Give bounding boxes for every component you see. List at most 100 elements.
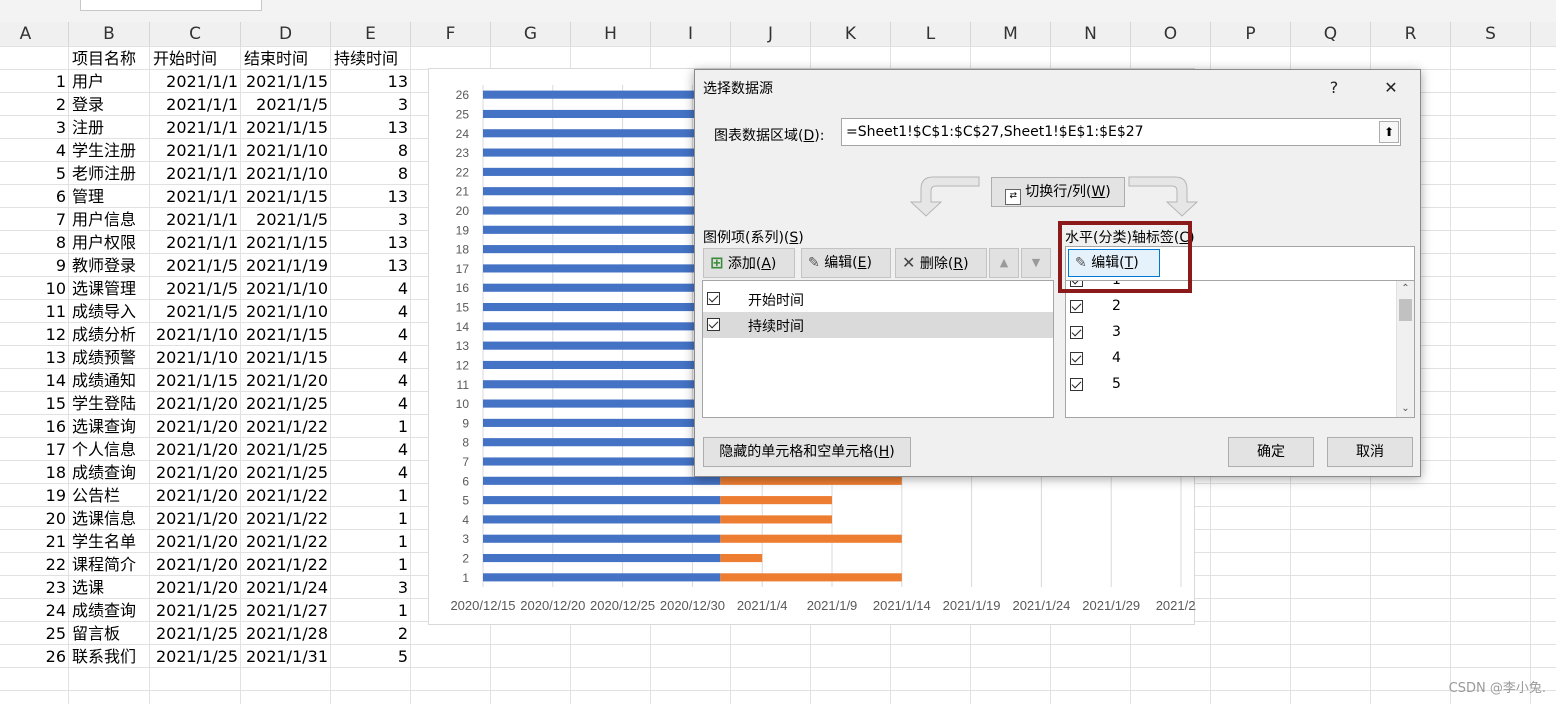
cell-start[interactable]: 2021/1/1 <box>150 70 241 93</box>
add-series-button[interactable]: ⊞ 添加(A) <box>703 248 795 278</box>
cell-index[interactable]: 18 <box>0 461 69 484</box>
cell-end[interactable]: 2021/1/31 <box>241 645 331 668</box>
cell-name[interactable]: 成绩预警 <box>69 346 150 369</box>
cell-name[interactable]: 选课信息 <box>69 507 150 530</box>
cell-end[interactable]: 2021/1/15 <box>241 185 331 208</box>
cell-name[interactable]: 老师注册 <box>69 162 150 185</box>
help-icon[interactable]: ? <box>1319 74 1349 102</box>
series-item-duration[interactable]: 持续时间 <box>703 312 1053 338</box>
cell-name[interactable]: 教师登录 <box>69 254 150 277</box>
cell-index[interactable]: 25 <box>0 622 69 645</box>
cell-end[interactable]: 2021/1/28 <box>241 622 331 645</box>
column-header-f[interactable]: F <box>411 22 491 46</box>
cell-name[interactable]: 用户 <box>69 70 150 93</box>
cell-start[interactable]: 2021/1/1 <box>150 208 241 231</box>
cell-end[interactable]: 2021/1/10 <box>241 300 331 323</box>
cell-duration[interactable]: 3 <box>331 208 411 231</box>
cell-end[interactable]: 2021/1/22 <box>241 415 331 438</box>
column-header-j[interactable]: J <box>731 22 811 46</box>
cell-end[interactable]: 2021/1/22 <box>241 553 331 576</box>
cell-index[interactable]: 8 <box>0 231 69 254</box>
cell-name[interactable]: 学生登陆 <box>69 392 150 415</box>
cell-start[interactable]: 2021/1/20 <box>150 415 241 438</box>
scroll-up-icon[interactable]: ⌃ <box>1397 281 1414 297</box>
cell-duration[interactable]: 1 <box>331 507 411 530</box>
cell-index[interactable]: 15 <box>0 392 69 415</box>
cell-duration[interactable]: 13 <box>331 185 411 208</box>
cell-end[interactable]: 2021/1/15 <box>241 116 331 139</box>
column-header-e[interactable]: E <box>331 22 411 46</box>
cell-start[interactable]: 2021/1/20 <box>150 553 241 576</box>
cell-duration[interactable]: 1 <box>331 530 411 553</box>
cell-start[interactable]: 2021/1/5 <box>150 254 241 277</box>
cell-duration[interactable]: 1 <box>331 415 411 438</box>
cell-duration[interactable]: 3 <box>331 576 411 599</box>
cell-name[interactable]: 留言板 <box>69 622 150 645</box>
cell-start[interactable]: 2021/1/10 <box>150 323 241 346</box>
cell-duration[interactable]: 5 <box>331 645 411 668</box>
cell-end[interactable]: 2021/1/15 <box>241 70 331 93</box>
cell-start[interactable]: 2021/1/20 <box>150 576 241 599</box>
cell-index[interactable]: 26 <box>0 645 69 668</box>
cell-index[interactable]: 17 <box>0 438 69 461</box>
cell-name[interactable]: 成绩通知 <box>69 369 150 392</box>
chart-data-range-input[interactable]: =Sheet1!$C$1:$C$27,Sheet1!$E$1:$E$27 <box>841 118 1401 146</box>
hidden-empty-cells-button[interactable]: 隐藏的单元格和空单元格(H) <box>703 437 911 467</box>
cell-name[interactable]: 登录 <box>69 93 150 116</box>
cell-index[interactable]: 13 <box>0 346 69 369</box>
series-checkbox-start[interactable] <box>707 292 720 305</box>
cell-name[interactable]: 学生注册 <box>69 139 150 162</box>
switch-row-column-button[interactable]: ⇄ 切换行/列(W) <box>991 177 1125 207</box>
axis-labels-listbox[interactable]: 12345 ⌃ ⌄ <box>1065 280 1415 418</box>
cell-start[interactable]: 2021/1/1 <box>150 116 241 139</box>
cell-index[interactable]: 9 <box>0 254 69 277</box>
cell-index[interactable]: 20 <box>0 507 69 530</box>
cell-index[interactable]: 7 <box>0 208 69 231</box>
cell-start[interactable]: 2021/1/5 <box>150 300 241 323</box>
cell-duration[interactable]: 13 <box>331 116 411 139</box>
cell-end[interactable]: 2021/1/24 <box>241 576 331 599</box>
cell-start[interactable]: 2021/1/25 <box>150 622 241 645</box>
cell-start[interactable]: 2021/1/1 <box>150 162 241 185</box>
cell-start[interactable]: 2021/1/25 <box>150 645 241 668</box>
cell-duration[interactable]: 4 <box>331 300 411 323</box>
cell-end[interactable]: 2021/1/15 <box>241 323 331 346</box>
column-header-s[interactable]: S <box>1451 22 1531 46</box>
column-header-l[interactable]: L <box>891 22 971 46</box>
cell-name[interactable]: 成绩分析 <box>69 323 150 346</box>
cell-name[interactable]: 选课查询 <box>69 415 150 438</box>
cell-duration[interactable]: 4 <box>331 346 411 369</box>
cell-start[interactable]: 2021/1/15 <box>150 369 241 392</box>
cell-header-prev[interactable]: D <box>0 47 69 70</box>
cell-end[interactable]: 2021/1/25 <box>241 392 331 415</box>
series-item-start[interactable]: 开始时间 <box>703 286 1053 312</box>
move-up-icon[interactable]: ▲ <box>989 248 1019 278</box>
cell-name[interactable]: 选课 <box>69 576 150 599</box>
cell-start[interactable]: 2021/1/20 <box>150 507 241 530</box>
cell-start[interactable]: 2021/1/5 <box>150 277 241 300</box>
cell-name[interactable]: 选课管理 <box>69 277 150 300</box>
cell-name[interactable]: 成绩查询 <box>69 599 150 622</box>
column-header-r[interactable]: R <box>1371 22 1451 46</box>
cell-end[interactable]: 2021/1/25 <box>241 461 331 484</box>
collapse-range-icon[interactable]: ⬆ <box>1379 121 1399 143</box>
cell-end[interactable]: 2021/1/10 <box>241 162 331 185</box>
column-header-h[interactable]: H <box>571 22 651 46</box>
cell-end[interactable]: 2021/1/20 <box>241 369 331 392</box>
edit-series-button[interactable]: ✎ 编辑(E) <box>801 248 891 278</box>
cell-index[interactable]: 19 <box>0 484 69 507</box>
column-header-g[interactable]: G <box>491 22 571 46</box>
cell-name[interactable]: 注册 <box>69 116 150 139</box>
cell-name[interactable]: 学生名单 <box>69 530 150 553</box>
cell-start[interactable]: 2021/1/1 <box>150 93 241 116</box>
cell-name[interactable]: 成绩查询 <box>69 461 150 484</box>
cell-index[interactable]: 5 <box>0 162 69 185</box>
cell-end[interactable]: 2021/1/22 <box>241 530 331 553</box>
axis-item-checkbox[interactable] <box>1070 352 1083 365</box>
cell-index[interactable]: 6 <box>0 185 69 208</box>
column-header-k[interactable]: K <box>811 22 891 46</box>
cell-name[interactable]: 成绩导入 <box>69 300 150 323</box>
column-header-n[interactable]: N <box>1051 22 1131 46</box>
cell-duration[interactable]: 2 <box>331 622 411 645</box>
cell-index[interactable]: 4 <box>0 139 69 162</box>
